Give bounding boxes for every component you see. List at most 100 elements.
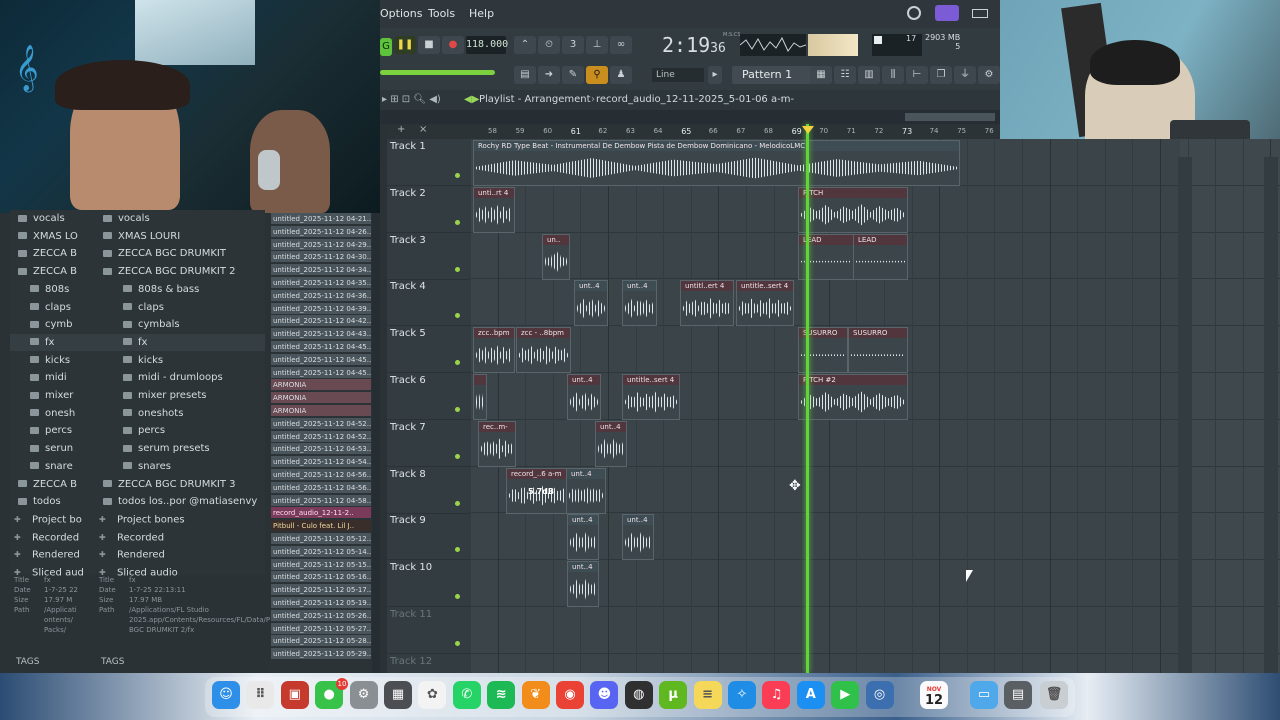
magnet-icon[interactable]: ⚲: [586, 66, 608, 84]
track-mute-led[interactable]: [455, 453, 460, 459]
discord-icon[interactable]: ☻: [590, 681, 619, 709]
browser-item[interactable]: mixer presets: [95, 387, 265, 404]
countdown-icon[interactable]: 3: [562, 36, 584, 54]
track-mute-led[interactable]: [455, 594, 460, 600]
loop-record-icon[interactable]: ∞: [610, 36, 632, 54]
audio-clip[interactable]: LEAD: [853, 233, 908, 280]
browser-item[interactable]: ZECCA B: [10, 476, 95, 493]
file-list-item[interactable]: ARMONIA: [271, 379, 371, 392]
browser-item[interactable]: snares: [95, 458, 265, 475]
file-list-item[interactable]: Pitbull - Culo feat. Lil J..: [271, 520, 371, 533]
audio-clip[interactable]: Rochy RD Type Beat - Instrumental De Dem…: [473, 140, 960, 186]
file-list-item[interactable]: untitled_2025-11-12 04-56..: [271, 481, 371, 494]
browser-item[interactable]: kicks: [95, 352, 265, 369]
pause-button[interactable]: ❚❚: [394, 36, 416, 54]
audio-clip[interactable]: unt..4: [595, 420, 627, 467]
finder-icon[interactable]: ☺: [212, 681, 240, 709]
calendar-icon[interactable]: NOV 12: [920, 681, 948, 709]
file-list-item[interactable]: untitled_2025-11-12 04-54..: [271, 456, 371, 469]
audio-clip[interactable]: unt..4: [567, 374, 601, 420]
track-mute-led[interactable]: [455, 219, 460, 225]
browser-item[interactable]: fx: [95, 333, 265, 351]
stop-button[interactable]: ■: [418, 36, 440, 54]
playlist-arrow-icon[interactable]: ◀▶: [464, 90, 479, 110]
copy-icon[interactable]: ❐: [930, 66, 952, 84]
track-header[interactable]: Track 5: [387, 326, 470, 374]
file-list-item[interactable]: untitled_2025-11-12 05-29..: [271, 648, 371, 661]
pattern-selector[interactable]: Pattern 1: [732, 66, 820, 84]
browser-item[interactable]: 808s & bass: [95, 281, 265, 298]
file-list-item[interactable]: untitled_2025-11-12 04-56..: [271, 469, 371, 481]
screen-share-icon[interactable]: [935, 5, 959, 21]
file-list-scrollbar[interactable]: [372, 213, 380, 673]
file-list-item[interactable]: untitled_2025-11-12 04-43..: [271, 328, 371, 341]
file-list-item[interactable]: record_audio_12-11-2..: [271, 507, 371, 520]
browser-item[interactable]: serun: [10, 440, 95, 457]
file-list-item[interactable]: untitled_2025-11-12 05-17..: [271, 584, 371, 597]
menu-tools[interactable]: Tools: [428, 7, 455, 20]
audio-clip[interactable]: zcc..bpm: [473, 327, 515, 374]
plugin-icon[interactable]: ⏚: [954, 66, 976, 84]
photo-booth-icon[interactable]: ▣: [280, 681, 309, 709]
browser-item[interactable]: 808s: [10, 281, 95, 298]
track-mute-led[interactable]: [455, 500, 460, 506]
file-list-item[interactable]: untitled_2025-11-12 04-45..: [271, 366, 371, 379]
fl-studio-icon[interactable]: ❦: [521, 681, 550, 709]
audio-clip[interactable]: unti..rt 4: [473, 186, 515, 233]
track-mute-led[interactable]: [455, 547, 460, 553]
browser-tree-icon[interactable]: ⊢: [906, 66, 928, 84]
file-list-item[interactable]: untitled_2025-11-12 05-12..: [271, 533, 371, 545]
file-list-item[interactable]: untitled_2025-11-12 05-16..: [271, 571, 371, 584]
audio-clip[interactable]: unt..4: [567, 561, 599, 608]
browser-item[interactable]: claps: [10, 299, 95, 316]
file-list-item[interactable]: untitled_2025-11-12 04-30..: [271, 251, 371, 264]
cpu-icon[interactable]: [907, 6, 921, 20]
browser-item[interactable]: mixer: [10, 387, 95, 404]
file-list-item[interactable]: untitled_2025-11-12 04-29..: [271, 238, 371, 251]
browser-item[interactable]: percs: [95, 422, 265, 439]
vertical-scrollbar[interactable]: [1178, 157, 1192, 673]
browser-item[interactable]: serum presets: [95, 440, 265, 457]
teams-icon[interactable]: ◎: [865, 681, 894, 709]
browser-item[interactable]: ZECCA BGC DRUMKIT: [95, 245, 265, 262]
file-list-item[interactable]: untitled_2025-11-12 04-35..: [271, 277, 371, 289]
track-header[interactable]: Track 3: [387, 233, 470, 280]
file-list-item[interactable]: untitled_2025-11-12 04-58..: [271, 494, 371, 507]
audio-clip[interactable]: un..: [542, 233, 570, 280]
close-icon[interactable]: ×: [419, 124, 427, 135]
audio-clip[interactable]: untitle..sert 4: [736, 280, 794, 327]
record-button[interactable]: ●: [442, 36, 464, 54]
spotify-icon[interactable]: ≋: [487, 681, 516, 709]
track-header[interactable]: Track 4: [387, 279, 470, 327]
file-list-item[interactable]: untitled_2025-11-12 04-34..: [271, 264, 371, 277]
channel-rack-icon[interactable]: ☷: [834, 66, 856, 84]
add-icon[interactable]: +: [397, 124, 405, 135]
mixer-icon[interactable]: ▦: [810, 66, 832, 84]
file-list-item[interactable]: untitled_2025-11-12 04-45..: [271, 353, 371, 366]
audio-clip[interactable]: unt..4: [566, 467, 606, 514]
playhead-marker-icon[interactable]: [802, 126, 814, 134]
mixer-sliders-icon[interactable]: ⫼: [882, 66, 904, 84]
track-header[interactable]: Track 6: [387, 373, 470, 420]
browser-item[interactable]: midi: [10, 369, 95, 386]
file-list-item[interactable]: ARMONIA: [271, 392, 371, 405]
song-mode-button[interactable]: G: [380, 38, 392, 56]
file-list-item[interactable]: untitled_2025-11-12 05-28..: [271, 635, 371, 648]
track-header[interactable]: Track 2: [387, 186, 470, 233]
browser-item[interactable]: kicks: [10, 352, 95, 369]
file-list-item[interactable]: untitled_2025-11-12 04-52..: [271, 417, 371, 430]
track-mute-led[interactable]: [455, 407, 460, 412]
browser-item[interactable]: fx: [10, 333, 95, 351]
track-header[interactable]: Track 10: [387, 560, 470, 608]
file-list-item[interactable]: untitled_2025-11-12 04-21..: [271, 213, 371, 225]
browser-item[interactable]: ✚ Recorded: [95, 529, 265, 546]
browser-item[interactable]: ✚ Rendered: [10, 546, 95, 563]
browser-item[interactable]: ZECCA BGC DRUMKIT 2: [95, 263, 265, 280]
audio-clip[interactable]: rec..m-: [478, 420, 516, 467]
browser-item[interactable]: ✚ Rendered: [95, 546, 265, 563]
browser-item[interactable]: onesh: [10, 405, 95, 422]
metronome-icon[interactable]: ⌃: [514, 36, 536, 54]
downloads-folder-icon[interactable]: ▭: [970, 681, 998, 709]
browser-item[interactable]: ZECCA B: [10, 263, 95, 280]
stamp-icon[interactable]: ♟: [610, 66, 632, 84]
